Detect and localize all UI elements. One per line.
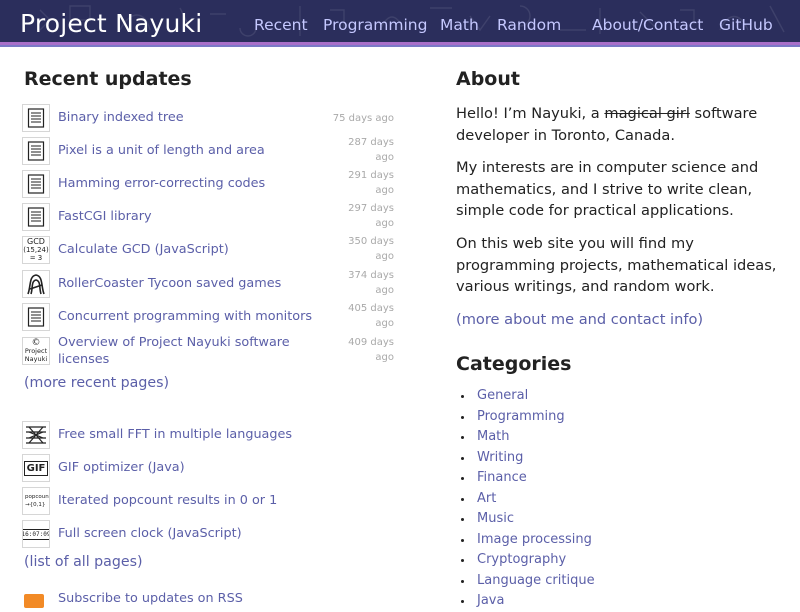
bullet-icon bbox=[461, 559, 464, 562]
recent-title[interactable]: Concurrent programming with monitors bbox=[58, 309, 312, 326]
recent-date: 297 days ago bbox=[348, 203, 394, 229]
category-item[interactable]: Writing bbox=[457, 448, 595, 469]
recent-row[interactable]: Binary indexed tree 75 days ago bbox=[22, 102, 394, 132]
category-list: General Programming Math Writing Finance… bbox=[457, 386, 595, 612]
gif-icon: GIF bbox=[22, 454, 50, 482]
category-item[interactable]: Image processing bbox=[457, 530, 595, 551]
featured-title[interactable]: GIF optimizer (Java) bbox=[58, 460, 298, 477]
struck-text: magical girl bbox=[604, 105, 690, 122]
featured-title[interactable]: Free small FFT in multiple languages bbox=[58, 427, 298, 444]
recent-updates-heading: Recent updates bbox=[24, 68, 192, 90]
category-item[interactable]: Programming bbox=[457, 407, 595, 428]
list-all-pages-link[interactable]: (list of all pages) bbox=[24, 554, 143, 570]
bullet-icon bbox=[461, 579, 464, 583]
rss-icon[interactable] bbox=[24, 594, 44, 608]
category-item[interactable]: Language critique bbox=[457, 571, 595, 592]
category-item[interactable]: General bbox=[457, 386, 595, 407]
category-item[interactable]: Art bbox=[457, 489, 595, 510]
recent-row[interactable]: RollerCoaster Tycoon saved games 374 day… bbox=[22, 268, 394, 298]
clock-icon: 16:07:09 bbox=[22, 520, 50, 548]
featured-title[interactable]: Iterated popcount results in 0 or 1 bbox=[58, 493, 298, 510]
about-site-contents: On this web site you will find my progra… bbox=[456, 235, 777, 295]
nav-github[interactable]: GitHub bbox=[719, 16, 773, 34]
recent-date: 409 days ago bbox=[348, 337, 394, 363]
site-title[interactable]: Project Nayuki bbox=[20, 9, 202, 38]
more-recent-pages-link[interactable]: (more recent pages) bbox=[24, 375, 169, 391]
recent-date: 405 days ago bbox=[348, 303, 394, 329]
document-icon bbox=[22, 203, 50, 231]
recent-title[interactable]: Pixel is a unit of length and area bbox=[58, 143, 298, 160]
bullet-icon bbox=[461, 436, 464, 439]
fft-butterfly-icon bbox=[22, 421, 50, 449]
featured-row[interactable]: Free small FFT in multiple languages bbox=[22, 419, 394, 449]
popcount-icon: popcount →{0,1} bbox=[22, 487, 50, 515]
document-icon bbox=[22, 303, 50, 331]
recent-date: 291 days ago bbox=[348, 170, 394, 196]
recent-row[interactable]: Pixel is a unit of length and area 287 d… bbox=[22, 135, 394, 165]
bullet-icon bbox=[461, 395, 464, 398]
more-about-link[interactable]: (more about me and contact info) bbox=[456, 309, 786, 331]
bullet-icon bbox=[461, 477, 464, 480]
document-icon bbox=[22, 104, 50, 132]
bullet-icon bbox=[461, 456, 464, 460]
recent-title[interactable]: RollerCoaster Tycoon saved games bbox=[58, 276, 298, 293]
recent-date: 287 days ago bbox=[348, 137, 394, 163]
category-item[interactable]: Finance bbox=[457, 468, 595, 489]
featured-row[interactable]: popcount →{0,1} Iterated popcount result… bbox=[22, 485, 394, 515]
recent-title[interactable]: Calculate GCD (JavaScript) bbox=[58, 242, 298, 259]
featured-title[interactable]: Full screen clock (JavaScript) bbox=[58, 526, 298, 543]
recent-date: 374 days ago bbox=[348, 270, 394, 296]
recent-date: 350 days ago bbox=[348, 236, 394, 262]
bullet-icon bbox=[461, 538, 464, 542]
recent-row[interactable]: Hamming error-correcting codes 291 days … bbox=[22, 168, 394, 198]
nav-random[interactable]: Random bbox=[497, 16, 561, 34]
recent-row[interactable]: Concurrent programming with monitors 405… bbox=[22, 301, 394, 331]
copyright-icon: © Project Nayuki bbox=[22, 337, 50, 365]
recent-date: 75 days ago bbox=[332, 113, 394, 124]
bullet-icon bbox=[461, 497, 464, 501]
bullet-icon bbox=[461, 518, 464, 521]
category-item[interactable]: Cryptography bbox=[457, 550, 595, 571]
about-heading: About bbox=[456, 68, 520, 90]
categories-heading: Categories bbox=[456, 353, 572, 375]
recent-title[interactable]: FastCGI library bbox=[58, 209, 298, 226]
site-header: Project Nayuki Recent Programming Math R… bbox=[0, 0, 800, 42]
recent-row[interactable]: © Project Nayuki Overview of Project Nay… bbox=[22, 335, 394, 368]
category-item[interactable]: Java bbox=[457, 591, 595, 612]
bullet-icon bbox=[461, 415, 464, 419]
nav-recent[interactable]: Recent bbox=[254, 16, 308, 34]
featured-row[interactable]: 16:07:09 Full screen clock (JavaScript) bbox=[22, 518, 394, 548]
gcd-icon: GCD (15,24) = 3 bbox=[22, 236, 50, 264]
bullet-icon bbox=[461, 600, 464, 603]
category-item[interactable]: Music bbox=[457, 509, 595, 530]
recent-title[interactable]: Binary indexed tree bbox=[58, 110, 298, 127]
recent-title[interactable]: Hamming error-correcting codes bbox=[58, 176, 298, 193]
category-item[interactable]: Math bbox=[457, 427, 595, 448]
document-icon bbox=[22, 137, 50, 165]
nav-about-contact[interactable]: About/Contact bbox=[592, 16, 703, 34]
document-icon bbox=[22, 170, 50, 198]
recent-row[interactable]: GCD (15,24) = 3 Calculate GCD (JavaScrip… bbox=[22, 234, 394, 264]
featured-row[interactable]: GIF GIF optimizer (Java) bbox=[22, 452, 394, 482]
nav-math[interactable]: Math bbox=[440, 16, 479, 34]
nav-programming[interactable]: Programming bbox=[323, 16, 427, 34]
about-intro: Hello! I’m Nayuki, a magical girl softwa… bbox=[456, 105, 758, 144]
about-interests: My interests are in computer science and… bbox=[456, 159, 759, 219]
rollercoaster-loop-icon bbox=[22, 270, 50, 298]
rss-subscribe-link[interactable]: Subscribe to updates on RSS bbox=[58, 591, 243, 606]
header-stripe bbox=[0, 42, 800, 47]
recent-title[interactable]: Overview of Project Nayuki software lice… bbox=[58, 335, 298, 368]
recent-row[interactable]: FastCGI library 297 days ago bbox=[22, 201, 394, 231]
